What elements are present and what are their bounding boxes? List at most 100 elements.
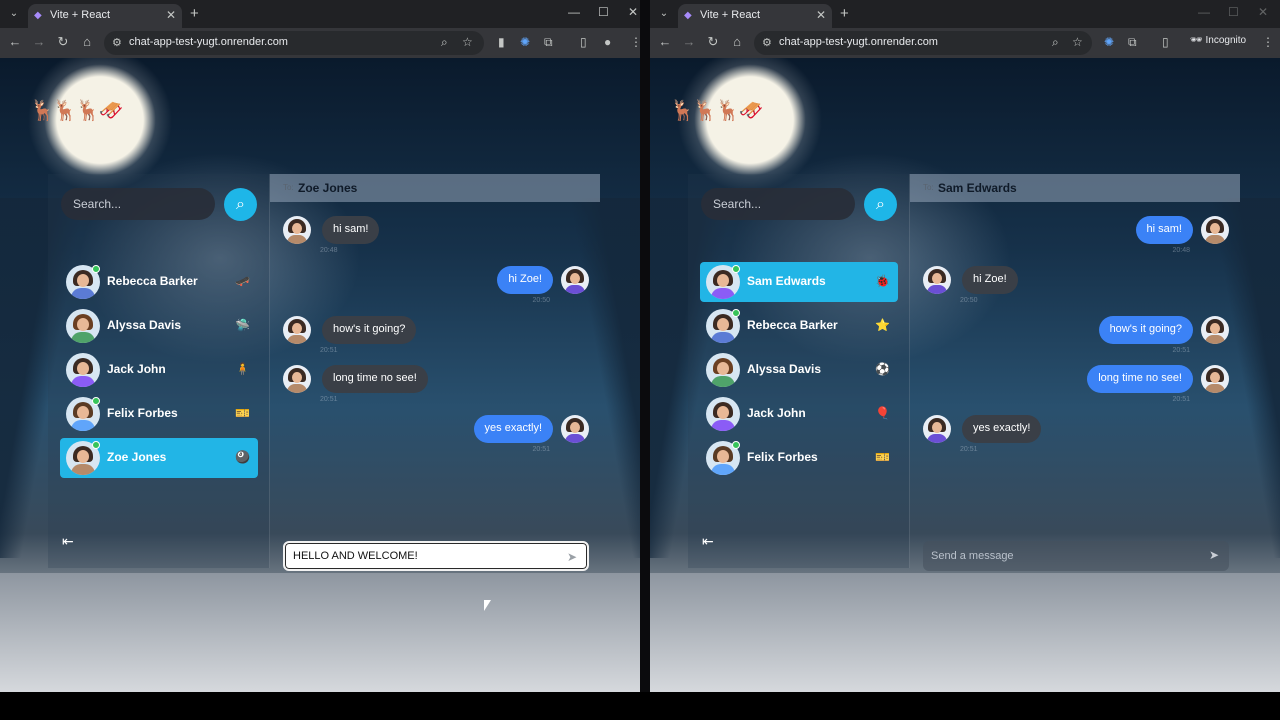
extensions-puzzle-icon[interactable]: ⧉ [1128,35,1137,50]
skateboard-emoji-icon: 🛹 [235,274,250,288]
back-icon[interactable]: ← [657,34,673,49]
search-button[interactable]: ⌕ [864,188,897,221]
conversation-rebecca-barker[interactable]: Rebecca Barker ⭐ [700,306,898,346]
extensions-puzzle-icon[interactable]: ⧉ [544,35,553,50]
message-outgoing: long time no see! 20:51 [910,363,1240,407]
conversation-name: Alyssa Davis [107,318,182,332]
window-divider [640,0,650,692]
message-input-value: HELLO AND WELCOME! [293,550,418,562]
to-label: To: [283,183,294,192]
new-tab-button[interactable]: + [190,5,199,22]
to-label: To: [923,183,934,192]
search-input[interactable]: Search... [701,188,855,220]
message-input[interactable]: Send a message ➤ [923,541,1229,571]
maximize-button[interactable]: ☐ [1228,5,1239,19]
conversation-name: Alyssa Davis [747,362,822,376]
conversation-name: Felix Forbes [107,406,178,420]
message-input[interactable]: HELLO AND WELCOME! ➤ [283,541,589,571]
back-icon[interactable]: ← [7,34,23,49]
react-devtools-icon[interactable]: ✺ [1104,35,1114,49]
online-indicator [92,441,100,449]
zoom-icon[interactable]: ⌕ [1052,35,1059,50]
ticket-emoji-icon: 🎫 [875,450,890,464]
home-icon[interactable]: ⌂ [79,34,95,49]
conversation-alyssa-davis[interactable]: Alyssa Davis 🛸 [60,306,258,346]
reload-icon[interactable]: ↻ [55,34,71,50]
new-tab-button[interactable]: + [840,5,849,22]
close-tab-icon[interactable]: ✕ [816,8,826,22]
minimize-button[interactable]: — [1198,5,1210,19]
conversation-rebecca-barker[interactable]: Rebecca Barker 🛹 [60,262,258,302]
close-window-button[interactable]: ✕ [1258,5,1268,19]
conversation-zoe-jones[interactable]: Zoe Jones 🎱 [60,438,258,478]
conversation-sam-edwards[interactable]: Sam Edwards 🐞 [700,262,898,302]
zoom-icon[interactable]: ⌕ [441,35,448,50]
forward-icon[interactable]: → [681,34,697,49]
message-time: 20:50 [532,297,550,304]
side-panel-icon[interactable]: ▯ [580,35,587,49]
conversation-jack-john[interactable]: Jack John 🎈 [700,394,898,434]
menu-icon[interactable]: ⋮ [1262,35,1274,49]
avatar [283,316,311,344]
recipient-name: Sam Edwards [938,181,1017,195]
santa-sleigh-image: 🦌🦌🦌🛷 [670,100,764,122]
search-input[interactable]: Search... [61,188,215,220]
site-info-icon[interactable]: ⚙ [112,36,122,49]
incognito-indicator[interactable]: 🕶 Incognito [1190,35,1246,46]
forward-icon[interactable]: → [31,34,47,49]
message-bubble: yes exactly! [473,415,553,443]
conversation-felix-forbes[interactable]: Felix Forbes 🎫 [60,394,258,434]
search-button[interactable]: ⌕ [224,188,257,221]
extension-icon[interactable]: ▮ [498,35,505,49]
mouse-cursor-icon [484,600,491,611]
message-time: 20:48 [1172,247,1190,254]
tab-search-icon[interactable]: ⌄ [656,7,672,21]
send-icon[interactable]: ➤ [567,550,577,564]
conversation-name: Rebecca Barker [747,318,838,332]
message-time: 20:51 [320,347,338,354]
minimize-button[interactable]: — [568,5,580,19]
message-time: 20:51 [1172,347,1190,354]
address-bar[interactable]: ⚙ chat-app-test-yugt.onrender.com ⌕ ☆ [754,31,1092,55]
conversation-alyssa-davis[interactable]: Alyssa Davis ⚽ [700,350,898,390]
conversation-list: Sam Edwards 🐞 Rebecca Barker ⭐ Alyssa Da… [700,262,898,482]
react-devtools-icon[interactable]: ✺ [520,35,530,49]
vite-favicon-icon: ◆ [34,10,42,21]
incognito-label: Incognito [1205,35,1247,46]
menu-icon[interactable]: ⋮ [630,35,640,49]
send-icon[interactable]: ➤ [1209,548,1219,562]
bookmark-star-icon[interactable]: ☆ [1072,35,1083,49]
close-window-button[interactable]: ✕ [628,5,638,19]
logout-icon[interactable]: ⇤ [62,533,74,550]
conversation-jack-john[interactable]: Jack John 🧍 [60,350,258,390]
online-indicator [92,397,100,405]
conversation-name: Zoe Jones [107,450,167,464]
message-incoming: hi sam! 20:48 [270,214,600,258]
tab-vite-react[interactable]: ◆ Vite + React ✕ [28,4,182,28]
tab-vite-react[interactable]: ◆ Vite + React ✕ [678,4,832,28]
bookmark-star-icon[interactable]: ☆ [462,35,473,49]
logout-icon[interactable]: ⇤ [702,533,714,550]
side-panel-icon[interactable]: ▯ [1162,35,1169,49]
chat-page: 🦌🦌🦌🛷 Search... ⌕ Rebecca Barker 🛹 Alyssa… [0,58,640,692]
taskbar-strip [0,692,1280,720]
tab-search-icon[interactable]: ⌄ [6,7,22,21]
message-outgoing: how's it going? 20:51 [910,314,1240,358]
pool-8-ball-emoji-icon: 🎱 [235,450,250,464]
home-icon[interactable]: ⌂ [729,34,745,49]
site-info-icon[interactable]: ⚙ [762,36,772,49]
message-outgoing: hi Zoe! 20:50 [270,264,600,308]
maximize-button[interactable]: ☐ [598,5,609,19]
avatar [706,353,740,387]
close-tab-icon[interactable]: ✕ [166,8,176,22]
message-incoming: yes exactly! 20:51 [910,413,1240,457]
message-incoming: long time no see! 20:51 [270,363,600,407]
conversation-felix-forbes[interactable]: Felix Forbes 🎫 [700,438,898,478]
reload-icon[interactable]: ↻ [705,34,721,50]
recipient-name: Zoe Jones [298,181,358,195]
message-bubble: hi sam! [322,216,380,244]
profile-avatar-icon[interactable]: ● [604,35,611,49]
address-bar[interactable]: ⚙ chat-app-test-yugt.onrender.com ⌕ ☆ [104,31,484,55]
browser-window-right: ⌄ ◆ Vite + React ✕ + — ☐ ✕ ← → ↻ ⌂ ⚙ cha… [650,0,1280,692]
message-outgoing: yes exactly! 20:51 [270,413,600,457]
